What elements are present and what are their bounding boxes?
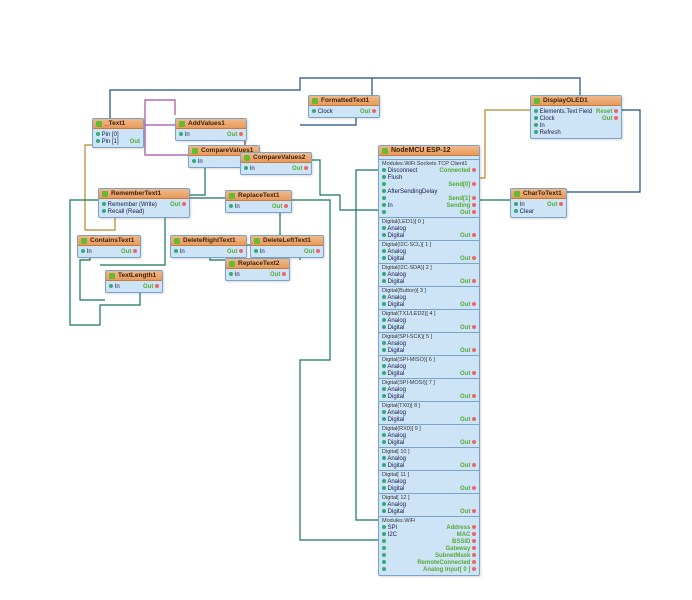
- mcu-pin-row: Gateway: [382, 545, 476, 552]
- node-displayoled1[interactable]: DisplayOLED1 Elements.Text FieldReset Cl…: [530, 95, 622, 139]
- memory-icon: [102, 191, 108, 197]
- text-icon: [312, 98, 318, 104]
- text-icon: [514, 191, 520, 197]
- node-text1[interactable]: _Text1 Pin [0] Pin [1]Out: [92, 118, 144, 148]
- mcu-pin-row: DigitalOut: [382, 255, 476, 262]
- mcu-pin-row: Analog: [382, 340, 476, 347]
- node-replacetext1[interactable]: ReplaceText1 InOut: [225, 190, 292, 213]
- mcu-pin-row: Analog: [382, 501, 476, 508]
- node-title: TextLength1: [118, 272, 156, 279]
- mcu-pin-row: Analog: [382, 271, 476, 278]
- mcu-pin-row: DigitalOut: [382, 301, 476, 308]
- node-comparevalues2[interactable]: CompareValues2 InOut: [240, 152, 312, 175]
- mcu-pin-row: Analog: [382, 363, 476, 370]
- mcu-pin-row: Analog: [382, 455, 476, 462]
- mcu-pin-row: Flush: [382, 174, 476, 181]
- text-icon: [96, 121, 102, 127]
- mcu-pin-row: Send[0]: [382, 181, 476, 188]
- mcu-pin-row: DigitalOut: [382, 347, 476, 354]
- mcu-pin-row: Analog Input[ 0 ]: [382, 566, 476, 573]
- mcu-pin-row: DigitalOut: [382, 416, 476, 423]
- text-icon: [174, 238, 180, 244]
- wire-layer: [0, 0, 692, 600]
- diagram-canvas[interactable]: _Text1 Pin [0] Pin [1]Out AddValues1 InO…: [0, 0, 692, 600]
- mcu-pin-row: DigitalOut: [382, 370, 476, 377]
- node-title: ReplaceText2: [238, 260, 279, 267]
- mcu-pin-row: BSSID: [382, 538, 476, 545]
- mcu-pin-row: DigitalOut: [382, 324, 476, 331]
- text-icon: [229, 193, 235, 199]
- mcu-pin-row: DigitalOut: [382, 439, 476, 446]
- node-title: NodeMCU ESP-12: [391, 147, 451, 154]
- mcu-pin-row: Analog: [382, 317, 476, 324]
- mcu-pin-row: Out: [382, 209, 476, 216]
- mcu-pin-row: DigitalOut: [382, 508, 476, 515]
- chip-icon: [382, 148, 388, 154]
- node-title: _Text1: [105, 120, 125, 127]
- mcu-pin-row: Analog: [382, 294, 476, 301]
- mcu-pin-row: AfterSendingDelay: [382, 188, 476, 195]
- math-icon: [179, 121, 185, 127]
- display-icon: [534, 98, 540, 104]
- text-icon: [109, 273, 115, 279]
- node-addvalues1[interactable]: AddValues1 InOut: [175, 118, 247, 141]
- text-icon: [254, 238, 260, 244]
- node-formattedtext1[interactable]: FormattedText1 ClockOut: [308, 95, 380, 118]
- mcu-pin-row: Analog: [382, 478, 476, 485]
- text-icon: [81, 238, 87, 244]
- mcu-pin-row: DigitalOut: [382, 278, 476, 285]
- node-deleteleft1[interactable]: DeleteLeftText1 InOut: [250, 235, 324, 258]
- node-title: AddValues1: [188, 120, 225, 127]
- node-nodemcu[interactable]: NodeMCU ESP-12 Modules.WiFi.Sockets.TCP …: [378, 145, 480, 576]
- compare-icon: [192, 148, 198, 154]
- node-title: DeleteRightText1: [183, 237, 236, 244]
- node-title: DeleteLeftText1: [263, 237, 311, 244]
- mcu-pin-row: InSending: [382, 202, 476, 209]
- node-replacetext2[interactable]: ReplaceText2 InOut: [225, 258, 290, 281]
- node-title: RememberText1: [111, 190, 161, 197]
- node-title: FormattedText1: [321, 97, 369, 104]
- mcu-pin-row: DisconnectConnected: [382, 167, 476, 174]
- mcu-pin-row: DigitalOut: [382, 393, 476, 400]
- node-title: CharToText1: [523, 190, 562, 197]
- mcu-pin-row: Analog: [382, 432, 476, 439]
- node-chartotext1[interactable]: CharToText1 InOut Clear: [510, 188, 567, 218]
- mcu-pin-row: DigitalOut: [382, 462, 476, 469]
- mcu-section-label: Modules.WiFi.Sockets.TCP Client1: [382, 161, 476, 167]
- node-title: CompareValues2: [253, 154, 305, 161]
- node-deleteright1[interactable]: DeleteRightText1 InOut: [170, 235, 247, 258]
- node-title: DisplayOLED1: [543, 97, 588, 104]
- mcu-pin-row: Analog: [382, 409, 476, 416]
- mcu-pin-row: DigitalOut: [382, 485, 476, 492]
- mcu-pin-row: Analog: [382, 386, 476, 393]
- mcu-pin-row: SubnetMask: [382, 552, 476, 559]
- compare-icon: [244, 155, 250, 161]
- node-containstext1[interactable]: ContainsText1 InOut: [77, 235, 141, 258]
- mcu-pin-row: DigitalOut: [382, 232, 476, 239]
- mcu-pin-row: SPIAddress: [382, 524, 476, 531]
- node-title: ReplaceText1: [238, 192, 279, 199]
- mcu-pin-row: Analog: [382, 225, 476, 232]
- node-textlength1[interactable]: TextLength1 InOut: [105, 270, 163, 293]
- node-remembertext1[interactable]: RememberText1 Remember (Write)Out Recall…: [98, 188, 190, 218]
- text-icon: [229, 261, 235, 267]
- mcu-pin-row: Send[1]: [382, 195, 476, 202]
- mcu-pin-row: Analog: [382, 248, 476, 255]
- node-title: ContainsText1: [90, 237, 134, 244]
- mcu-pin-row: RemoteConnected: [382, 559, 476, 566]
- mcu-pin-row: I2CMAC: [382, 531, 476, 538]
